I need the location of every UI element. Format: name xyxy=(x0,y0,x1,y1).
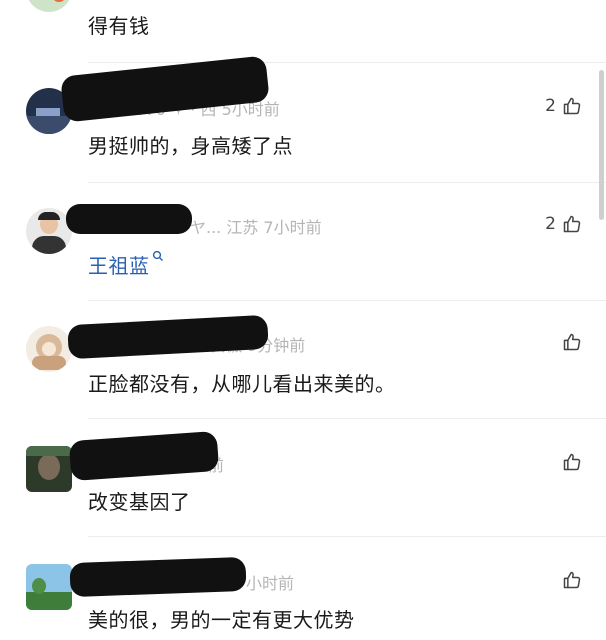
thumbs-up-icon xyxy=(563,97,581,115)
comment-text: 得有钱 xyxy=(88,14,150,38)
comment-text: 男挺帅的，身高矮了点 xyxy=(88,134,293,158)
like-button[interactable]: 2 xyxy=(545,214,582,234)
redaction xyxy=(66,204,192,234)
comment-meta: ヤ... 江苏 7小时前 xyxy=(190,218,322,237)
redaction xyxy=(69,556,247,598)
like-button[interactable]: 2 xyxy=(545,96,582,116)
thumbs-up-icon xyxy=(563,571,581,589)
like-count: 2 xyxy=(545,96,556,116)
thumbs-up-icon xyxy=(563,215,581,233)
keyword-link[interactable]: 王祖蓝 xyxy=(88,254,150,278)
comment-text: 正脸都没有，从哪儿看出来美的。 xyxy=(88,372,396,396)
thumbs-up-icon xyxy=(563,333,581,351)
comment-text[interactable]: 王祖蓝 xyxy=(88,250,164,279)
comment-text: 改变基因了 xyxy=(88,490,191,514)
like-button[interactable] xyxy=(562,570,582,590)
like-button[interactable] xyxy=(562,452,582,472)
divider xyxy=(88,300,606,301)
redaction xyxy=(68,430,220,482)
divider xyxy=(88,418,606,419)
divider xyxy=(88,536,606,537)
comment-meta: 小时前 xyxy=(246,574,295,593)
scrollbar[interactable] xyxy=(599,70,604,220)
like-button[interactable] xyxy=(562,332,582,352)
thumbs-up-icon xyxy=(563,453,581,471)
search-icon xyxy=(152,250,163,261)
avatar[interactable] xyxy=(26,564,72,610)
avatar[interactable] xyxy=(26,326,72,372)
divider xyxy=(88,62,606,63)
like-count: 2 xyxy=(545,214,556,234)
avatar[interactable] xyxy=(26,208,72,254)
avatar[interactable] xyxy=(26,0,72,12)
divider xyxy=(88,182,606,183)
comment-text: 美的很，男的一定有更大优势 xyxy=(88,608,355,632)
avatar[interactable] xyxy=(26,446,72,492)
